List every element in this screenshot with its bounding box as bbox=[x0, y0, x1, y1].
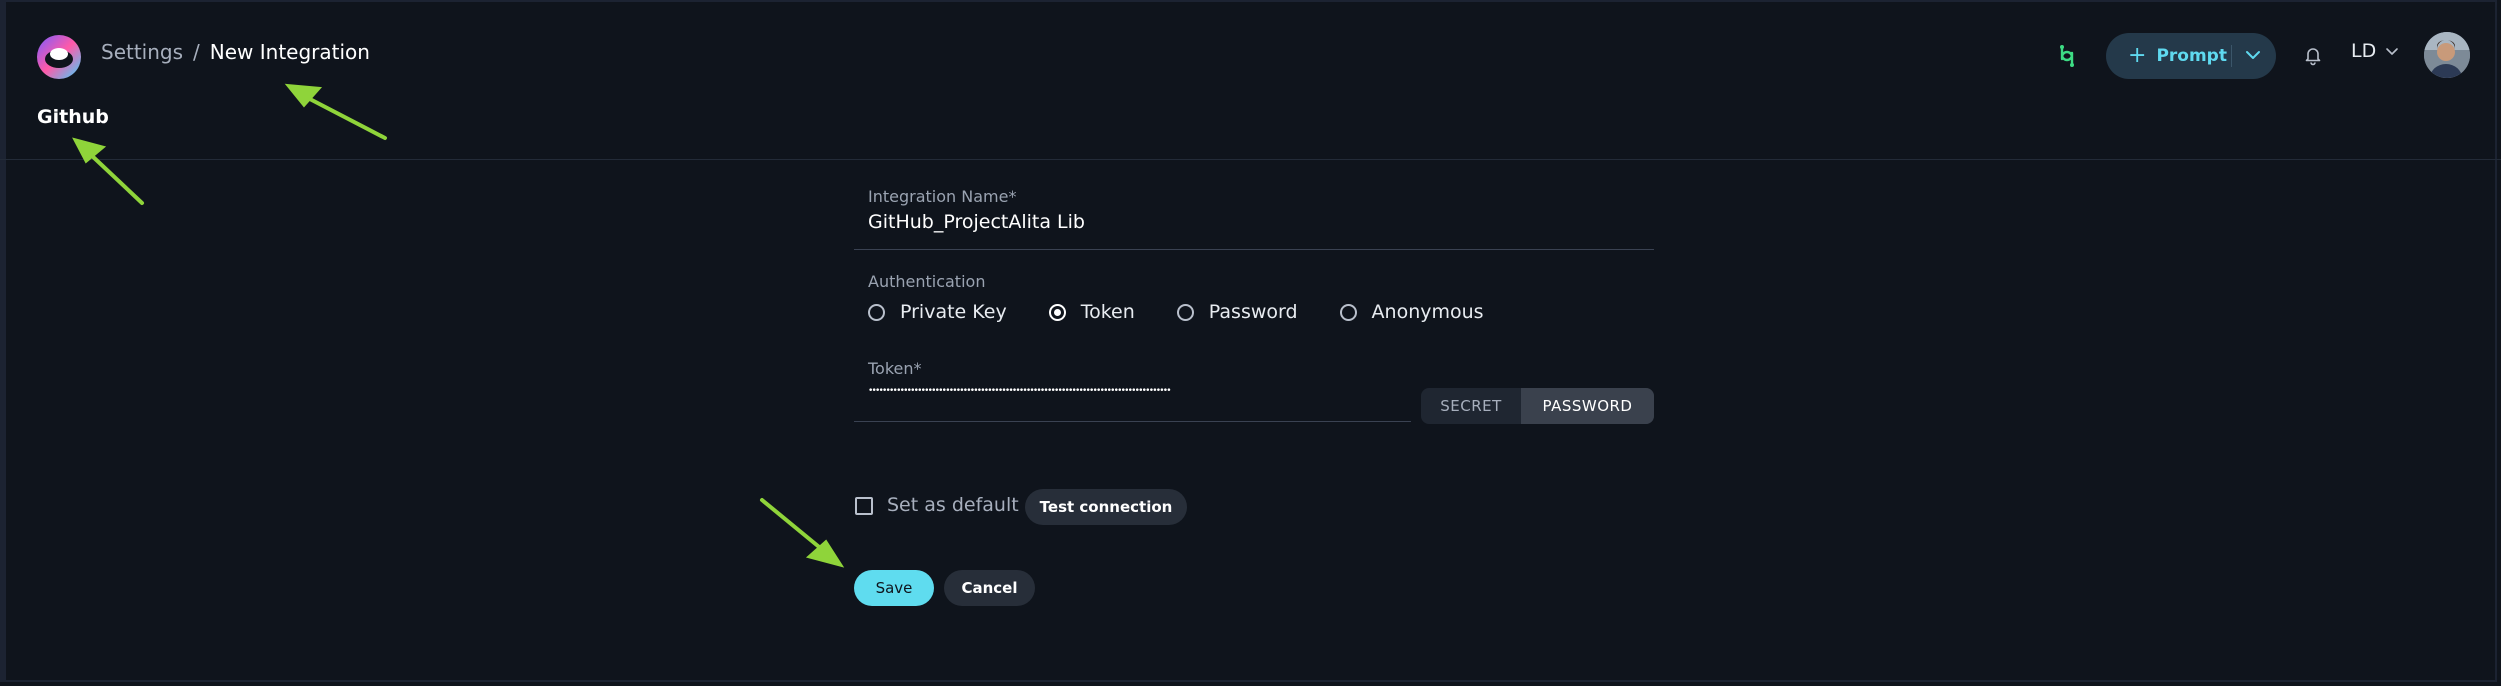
set-default-checkbox[interactable] bbox=[855, 497, 873, 515]
radio-anonymous[interactable]: Anonymous bbox=[1339, 301, 1484, 323]
radio-private-key-circle[interactable] bbox=[868, 303, 885, 321]
radio-private-key[interactable]: Private Key bbox=[868, 301, 1007, 323]
integration-name-input[interactable]: GitHub_ProjectAlita Lib bbox=[868, 211, 1085, 233]
radio-anonymous-label[interactable]: Anonymous bbox=[1372, 301, 1484, 323]
toggle-password[interactable]: PASSWORD bbox=[1521, 388, 1654, 424]
set-default-label[interactable]: Set as default bbox=[887, 494, 1019, 516]
radio-password-label[interactable]: Password bbox=[1209, 301, 1298, 323]
annotation-arrows bbox=[72, 83, 845, 568]
authentication-radio-group: Private Key Token Password Anonymous bbox=[868, 301, 1526, 323]
breadcrumb-settings-link[interactable]: Settings bbox=[101, 40, 183, 64]
page-title: Github bbox=[37, 106, 109, 128]
breadcrumb: Settings / New Integration bbox=[101, 40, 370, 64]
save-button[interactable]: Save bbox=[854, 570, 934, 606]
radio-password-circle[interactable] bbox=[1176, 303, 1194, 321]
token-underline bbox=[854, 421, 1411, 422]
authentication-label: Authentication bbox=[868, 272, 986, 291]
prompt-button-separator bbox=[2231, 45, 2232, 67]
bell-icon[interactable] bbox=[2302, 44, 2324, 66]
user-menu-chevron-down-icon[interactable] bbox=[2384, 44, 2400, 60]
breadcrumb-current: New Integration bbox=[209, 40, 370, 64]
plus-icon: + bbox=[2128, 43, 2147, 68]
avatar-image bbox=[2424, 32, 2470, 78]
token-input[interactable]: ••••••••••••••••••••••••••••••••••••••••… bbox=[868, 386, 1224, 396]
prompt-button[interactable]: + Prompt bbox=[2106, 33, 2276, 79]
cancel-button[interactable]: Cancel bbox=[944, 570, 1035, 606]
chevron-down-icon[interactable] bbox=[2244, 46, 2262, 64]
breadcrumb-separator: / bbox=[193, 40, 200, 64]
annotation-arrow-icon bbox=[72, 137, 144, 205]
prompt-button-label: Prompt bbox=[2156, 46, 2227, 66]
radio-token[interactable]: Token bbox=[1048, 301, 1135, 323]
user-initials[interactable]: LD bbox=[2351, 40, 2376, 62]
integrations-icon[interactable] bbox=[2054, 43, 2080, 69]
annotation-arrow-icon bbox=[284, 83, 387, 140]
integration-name-underline bbox=[854, 249, 1654, 250]
integration-name-label: Integration Name* bbox=[868, 187, 1017, 206]
token-visibility-toggle: SECRET PASSWORD bbox=[1421, 388, 1654, 424]
radio-token-circle[interactable] bbox=[1048, 303, 1066, 321]
toggle-secret[interactable]: SECRET bbox=[1421, 388, 1521, 424]
header-divider bbox=[0, 159, 2501, 160]
token-label: Token* bbox=[868, 359, 922, 378]
window-frame bbox=[0, 0, 2497, 682]
radio-token-label[interactable]: Token bbox=[1081, 301, 1135, 323]
radio-anonymous-circle[interactable] bbox=[1339, 303, 1357, 321]
app-logo-icon[interactable] bbox=[36, 34, 82, 80]
radio-private-key-label[interactable]: Private Key bbox=[900, 301, 1007, 323]
radio-password[interactable]: Password bbox=[1176, 301, 1298, 323]
user-avatar[interactable] bbox=[2424, 32, 2470, 78]
test-connection-button[interactable]: Test connection bbox=[1025, 489, 1187, 525]
annotation-arrow-icon bbox=[760, 498, 845, 568]
